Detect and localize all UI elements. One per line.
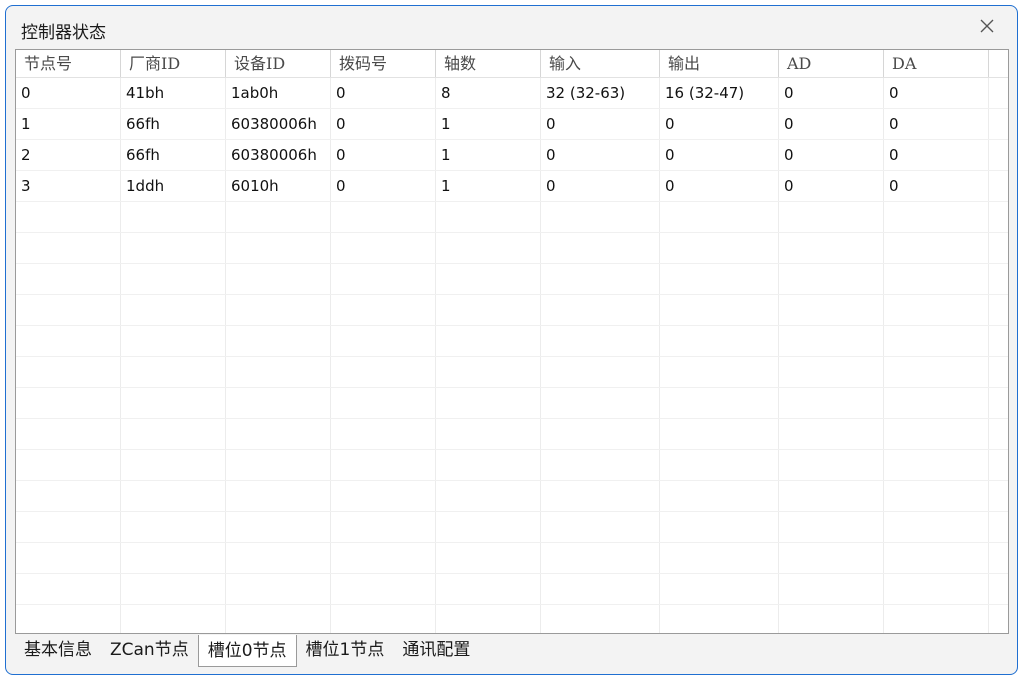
grid-row-divider	[16, 418, 1008, 419]
column-header-filler	[989, 50, 1008, 77]
column-header-da[interactable]: DA	[884, 50, 989, 77]
table-row[interactable]: 0 41bh 1ab0h 0 8 32 (32-63) 16 (32-47) 0 0	[16, 78, 989, 109]
tab-zcan-nodes[interactable]: ZCan节点	[101, 635, 198, 665]
cell-device-id: 60380006h	[231, 146, 317, 164]
cell-node-id: 2	[21, 146, 31, 164]
grid-row-divider	[16, 449, 1008, 450]
column-header-device-id[interactable]: 设备ID	[226, 50, 331, 77]
grid-header: 节点号 厂商ID 设备ID 拨码号 轴数 输入 输出 AD DA	[16, 50, 1008, 78]
grid-row-divider	[16, 294, 1008, 295]
cell-dip-switch: 0	[336, 146, 346, 164]
node-status-grid[interactable]: 节点号 厂商ID 设备ID 拨码号 轴数 输入 输出 AD DA 0 41bh 1ab0h 0 8 32 …	[15, 49, 1009, 634]
cell-vendor-id: 66fh	[126, 115, 160, 133]
window-title: 控制器状态	[21, 23, 106, 43]
column-header-ad[interactable]: AD	[779, 50, 884, 77]
cell-device-id: 1ab0h	[231, 84, 279, 102]
cell-da: 0	[889, 146, 899, 164]
title-bar: 控制器状态	[6, 6, 1017, 48]
grid-row-divider	[16, 604, 1008, 605]
cell-outputs: 0	[665, 115, 675, 133]
cell-vendor-id: 66fh	[126, 146, 160, 164]
cell-dip-switch: 0	[336, 84, 346, 102]
column-header-inputs[interactable]: 输入	[541, 50, 660, 77]
tab-basic-info[interactable]: 基本信息	[15, 635, 101, 665]
grid-body: 0 41bh 1ab0h 0 8 32 (32-63) 16 (32-47) 0 0 1 66fh 6…	[16, 78, 1008, 633]
grid-column-divider	[1008, 78, 1009, 633]
cell-da: 0	[889, 177, 899, 195]
close-icon	[980, 19, 994, 33]
cell-da: 0	[889, 84, 899, 102]
column-header-outputs[interactable]: 输出	[660, 50, 779, 77]
cell-ad: 0	[784, 115, 794, 133]
cell-outputs: 0	[665, 177, 675, 195]
grid-row-divider	[16, 325, 1008, 326]
grid-row-divider	[16, 263, 1008, 264]
cell-inputs: 0	[546, 177, 556, 195]
table-row[interactable]: 2 66fh 60380006h 0 1 0 0 0 0	[16, 140, 989, 171]
grid-row-divider	[16, 480, 1008, 481]
cell-node-id: 3	[21, 177, 31, 195]
cell-outputs: 16 (32-47)	[665, 84, 745, 102]
cell-inputs: 32 (32-63)	[546, 84, 626, 102]
tab-slot0-nodes[interactable]: 槽位0节点	[197, 635, 297, 667]
tab-slot1-nodes[interactable]: 槽位1节点	[297, 635, 394, 665]
column-header-node-id[interactable]: 节点号	[16, 50, 121, 77]
cell-outputs: 0	[665, 146, 675, 164]
cell-axis-count: 1	[441, 146, 451, 164]
cell-node-id: 1	[21, 115, 31, 133]
column-header-dip-switch[interactable]: 拨码号	[331, 50, 436, 77]
column-header-axis-count[interactable]: 轴数	[436, 50, 541, 77]
cell-inputs: 0	[546, 115, 556, 133]
cell-device-id: 6010h	[231, 177, 279, 195]
bottom-tab-bar: 基本信息 ZCan节点 槽位0节点 槽位1节点 通讯配置	[15, 635, 479, 667]
cell-da: 0	[889, 115, 899, 133]
close-button[interactable]	[975, 14, 999, 38]
cell-device-id: 60380006h	[231, 115, 317, 133]
column-header-vendor-id[interactable]: 厂商ID	[121, 50, 226, 77]
cell-vendor-id: 1ddh	[126, 177, 165, 195]
grid-row-divider	[16, 511, 1008, 512]
cell-vendor-id: 41bh	[126, 84, 165, 102]
grid-row-divider	[16, 356, 1008, 357]
cell-inputs: 0	[546, 146, 556, 164]
grid-row-divider	[16, 542, 1008, 543]
grid-row-divider	[16, 232, 1008, 233]
controller-status-window: 控制器状态 节点号 厂商ID 设备ID 拨码号 轴数 输入 输出 AD DA 0 41bh 1ab0…	[5, 5, 1018, 675]
cell-dip-switch: 0	[336, 177, 346, 195]
cell-dip-switch: 0	[336, 115, 346, 133]
table-row[interactable]: 3 1ddh 6010h 0 1 0 0 0 0	[16, 171, 989, 202]
cell-ad: 0	[784, 177, 794, 195]
cell-ad: 0	[784, 84, 794, 102]
cell-axis-count: 1	[441, 177, 451, 195]
grid-row-divider	[16, 573, 1008, 574]
table-row[interactable]: 1 66fh 60380006h 0 1 0 0 0 0	[16, 109, 989, 140]
tab-comm-config[interactable]: 通讯配置	[393, 635, 479, 665]
cell-ad: 0	[784, 146, 794, 164]
cell-axis-count: 1	[441, 115, 451, 133]
grid-row-divider	[16, 387, 1008, 388]
cell-node-id: 0	[21, 84, 31, 102]
cell-axis-count: 8	[441, 84, 451, 102]
